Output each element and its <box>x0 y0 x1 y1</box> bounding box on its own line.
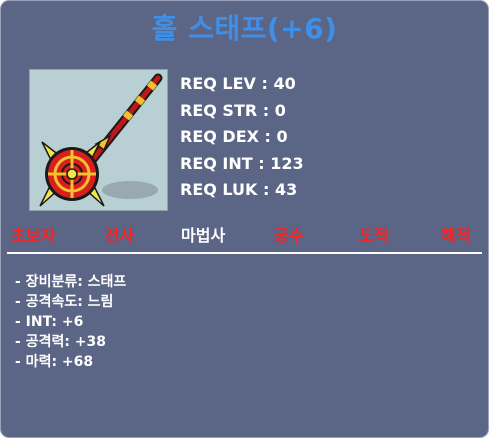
divider <box>7 252 482 254</box>
requirements-list: REQ LEV : 40 REQ STR : 0 REQ DEX : 0 REQ… <box>180 71 304 204</box>
stat-attack-speed: - 공격속도: 느림 <box>15 294 114 310</box>
stat-equipment-type: - 장비분류: 스태프 <box>15 274 127 290</box>
stat-magic-attack: - 마력: +68 <box>15 354 94 370</box>
item-stats-list: - 장비분류: 스태프 - 공격속도: 느림 - INT: +6 - 공격력: … <box>15 272 126 372</box>
req-level: REQ LEV : 40 <box>180 74 296 93</box>
job-pirate: 해적 <box>441 226 471 245</box>
req-dex: REQ DEX : 0 <box>180 127 288 146</box>
job-restrictions: 초보자 전사 마법사 궁수 도적 해적 <box>1 222 488 246</box>
red-gold-staff-icon <box>39 73 163 207</box>
req-int: REQ INT : 123 <box>180 153 304 173</box>
stat-attack: - 공격력: +38 <box>15 334 107 350</box>
req-luk: REQ LUK : 43 <box>180 180 298 199</box>
stat-int: - INT: +6 <box>15 314 84 330</box>
item-tooltip: 홀 스태프(+6) REQ LEV: 40 REQ STR: 0 REQ D… <box>0 0 489 438</box>
job-beginner: 초보자 <box>11 226 56 245</box>
job-magician: 마법사 <box>181 226 226 245</box>
item-icon-frame <box>29 69 168 211</box>
job-bowman: 궁수 <box>274 226 304 245</box>
job-warrior: 전사 <box>105 226 135 245</box>
req-str: REQ STR : 0 <box>180 100 286 120</box>
job-thief: 도적 <box>359 226 389 245</box>
item-name: 홀 스태프(+6) <box>151 12 338 45</box>
